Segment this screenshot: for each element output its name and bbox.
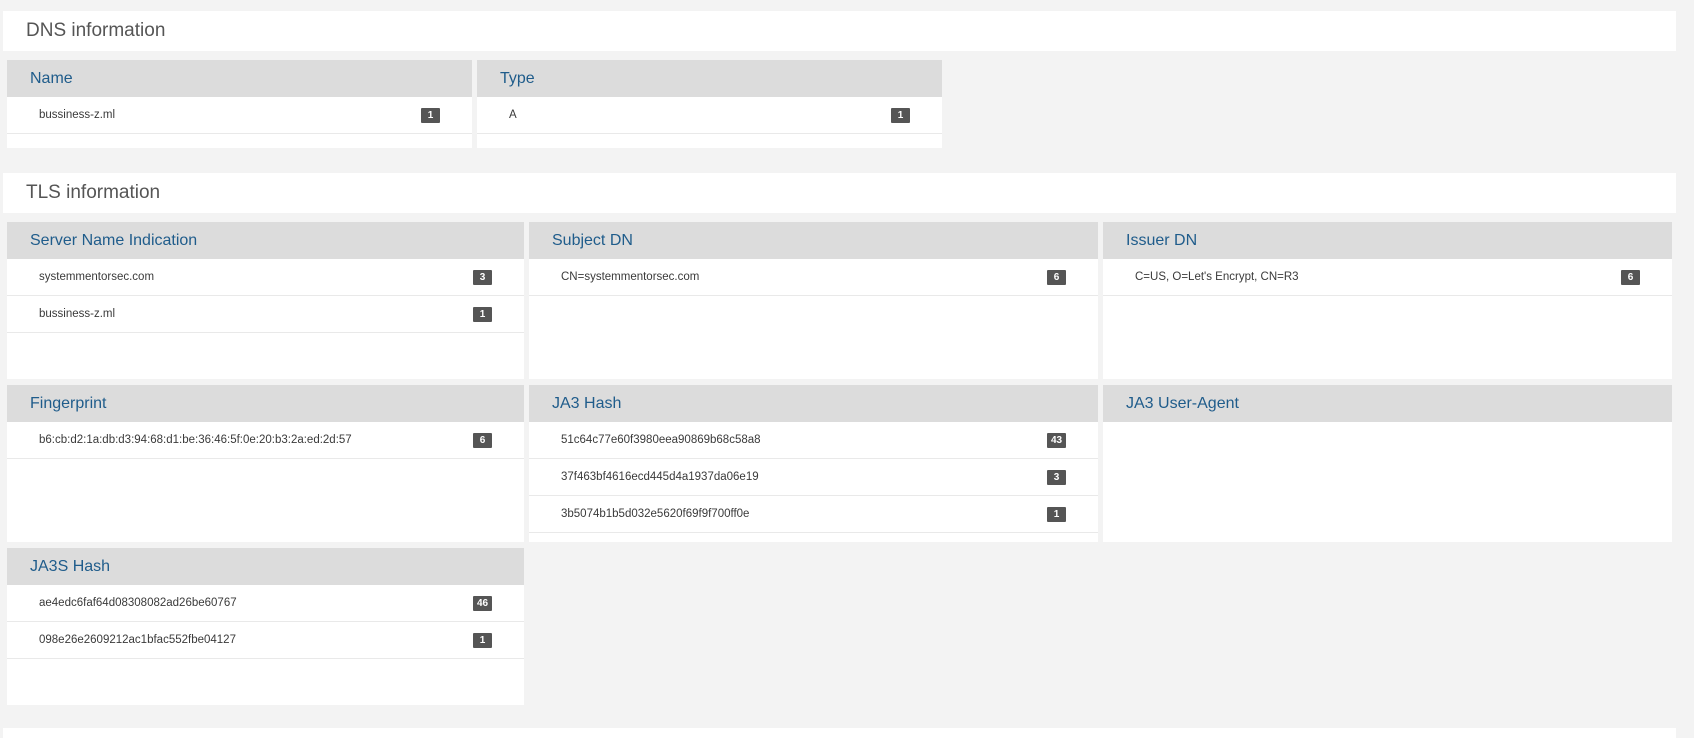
ja3-user-agent-header[interactable]: JA3 User-Agent bbox=[1103, 385, 1672, 422]
ja3s-hash-header[interactable]: JA3S Hash bbox=[7, 548, 524, 585]
count-badge: 3 bbox=[473, 269, 492, 285]
item-value: 51c64c77e60f3980eea90869b68c58a8 bbox=[561, 434, 761, 446]
dns-type-header[interactable]: Type bbox=[477, 60, 942, 97]
dns-name-panel: Name bussiness-z.ml 1 bbox=[7, 60, 472, 148]
list-item[interactable]: A 1 bbox=[477, 97, 942, 134]
count-badge: 1 bbox=[473, 632, 492, 648]
list-item[interactable]: CN=systemmentorsec.com 6 bbox=[529, 259, 1098, 296]
item-value: systemmentorsec.com bbox=[39, 271, 155, 283]
ja3-hash-header[interactable]: JA3 Hash bbox=[529, 385, 1098, 422]
list-item[interactable]: C=US, O=Let's Encrypt, CN=R3 6 bbox=[1103, 259, 1672, 296]
item-value: b6:cb:d2:1a:db:d3:94:68:d1:be:36:46:5f:0… bbox=[39, 434, 352, 446]
count-badge: 6 bbox=[473, 432, 492, 448]
item-value: C=US, O=Let's Encrypt, CN=R3 bbox=[1135, 271, 1299, 283]
list-item[interactable]: 37f463bf4616ecd445d4a1937da06e19 3 bbox=[529, 459, 1098, 496]
count-badge: 46 bbox=[473, 595, 492, 611]
sni-header[interactable]: Server Name Indication bbox=[7, 222, 524, 259]
fingerprint-panel: Fingerprint b6:cb:d2:1a:db:d3:94:68:d1:b… bbox=[7, 385, 524, 542]
count-badge: 43 bbox=[1047, 432, 1066, 448]
fingerprint-header[interactable]: Fingerprint bbox=[7, 385, 524, 422]
sni-panel: Server Name Indication systemmentorsec.c… bbox=[7, 222, 524, 379]
issuer-dn-header[interactable]: Issuer DN bbox=[1103, 222, 1672, 259]
item-value: 3b5074b1b5d032e5620f69f9f700ff0e bbox=[561, 508, 750, 520]
subject-dn-header[interactable]: Subject DN bbox=[529, 222, 1098, 259]
item-value: ae4edc6faf64d08308082ad26be60767 bbox=[39, 597, 237, 609]
count-badge: 3 bbox=[1047, 469, 1066, 485]
issuer-dn-panel: Issuer DN C=US, O=Let's Encrypt, CN=R3 6 bbox=[1103, 222, 1672, 379]
count-badge: 6 bbox=[1047, 269, 1066, 285]
dns-section-title: DNS information bbox=[3, 11, 1676, 51]
dns-name-header[interactable]: Name bbox=[7, 60, 472, 97]
tls-section-title: TLS information bbox=[3, 173, 1676, 213]
next-section-edge bbox=[3, 728, 1676, 738]
list-item[interactable]: bussiness-z.ml 1 bbox=[7, 296, 524, 333]
list-item[interactable]: bussiness-z.ml 1 bbox=[7, 97, 472, 134]
item-value: bussiness-z.ml bbox=[39, 308, 116, 320]
count-badge: 1 bbox=[421, 107, 440, 123]
ja3-user-agent-panel: JA3 User-Agent bbox=[1103, 385, 1672, 542]
item-value: bussiness-z.ml bbox=[39, 109, 116, 121]
dns-type-panel: Type A 1 bbox=[477, 60, 942, 148]
count-badge: 1 bbox=[1047, 506, 1066, 522]
count-badge: 1 bbox=[473, 306, 492, 322]
list-item[interactable]: 098e26e2609212ac1bfac552fbe04127 1 bbox=[7, 622, 524, 659]
subject-dn-panel: Subject DN CN=systemmentorsec.com 6 bbox=[529, 222, 1098, 379]
list-item[interactable]: systemmentorsec.com 3 bbox=[7, 259, 524, 296]
list-item[interactable]: ae4edc6faf64d08308082ad26be60767 46 bbox=[7, 585, 524, 622]
list-item[interactable]: 51c64c77e60f3980eea90869b68c58a8 43 bbox=[529, 422, 1098, 459]
item-value: CN=systemmentorsec.com bbox=[561, 271, 700, 283]
count-badge: 1 bbox=[891, 107, 910, 123]
ja3-hash-panel: JA3 Hash 51c64c77e60f3980eea90869b68c58a… bbox=[529, 385, 1098, 542]
item-value: 37f463bf4616ecd445d4a1937da06e19 bbox=[561, 471, 759, 483]
count-badge: 6 bbox=[1621, 269, 1640, 285]
item-value: A bbox=[509, 109, 517, 121]
list-item[interactable]: 3b5074b1b5d032e5620f69f9f700ff0e 1 bbox=[529, 496, 1098, 533]
ja3s-hash-panel: JA3S Hash ae4edc6faf64d08308082ad26be607… bbox=[7, 548, 524, 705]
list-item[interactable]: b6:cb:d2:1a:db:d3:94:68:d1:be:36:46:5f:0… bbox=[7, 422, 524, 459]
item-value: 098e26e2609212ac1bfac552fbe04127 bbox=[39, 634, 236, 646]
